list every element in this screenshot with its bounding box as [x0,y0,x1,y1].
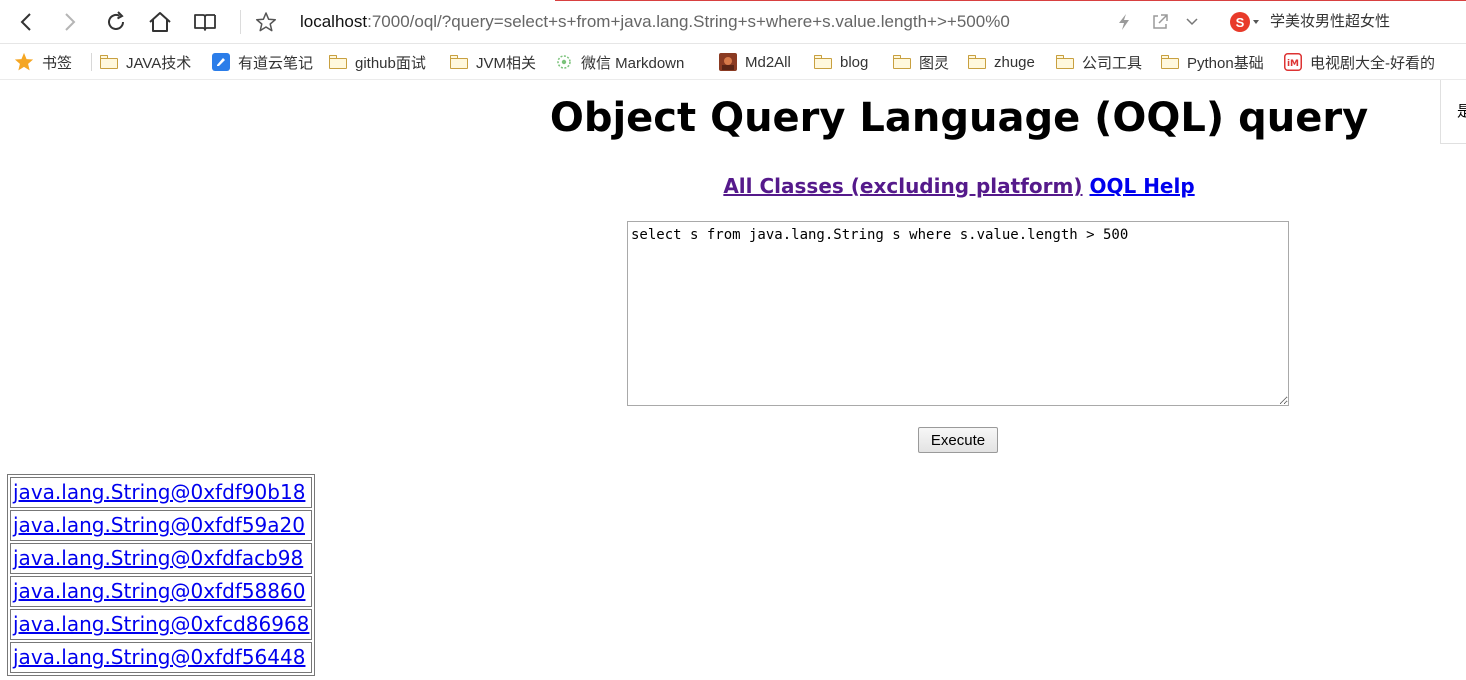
folder-icon [893,55,911,69]
table-cell: java.lang.String@0xfdf58860 [10,576,313,607]
bookmark-label: github面试 [355,54,426,72]
bookmark-github-interview[interactable]: github面试 [329,50,426,74]
browser-toolbar: localhost:7000/oql/?query=select+s+from+… [0,0,1466,44]
folder-icon [1161,55,1179,69]
bookmark-label: zhuge [994,53,1035,71]
table-row: java.lang.String@0xfdf90b18 [10,477,313,508]
star-icon [255,12,277,32]
bookmark-label: 有道云笔记 [238,54,314,72]
all-classes-link[interactable]: All Classes (excluding platform) [723,174,1082,198]
result-link[interactable]: java.lang.String@0xfdf58860 [13,579,305,603]
oql-help-link[interactable]: OQL Help [1089,174,1194,198]
tv-icon: iM [1284,53,1302,71]
bookmark-label: JAVA技术 [126,54,192,72]
bookmark-tv-series[interactable]: iM 电视剧大全-好看的 [1284,50,1444,74]
youdao-note-icon [212,53,230,71]
folder-icon [1056,55,1074,69]
lightning-button[interactable] [1112,8,1136,36]
bookmark-label: 微信 Markdown [581,54,685,72]
bookmark-company-tools[interactable]: 公司工具 [1056,50,1142,74]
result-link[interactable]: java.lang.String@0xfdf59a20 [13,513,305,537]
home-button[interactable] [146,8,174,36]
reload-button[interactable] [102,8,130,36]
address-bar[interactable]: localhost:7000/oql/?query=select+s+from+… [300,8,1095,36]
lightning-icon [1119,14,1129,30]
bookmark-label: 公司工具 [1082,54,1143,72]
bookmark-jvm[interactable]: JVM相关 [450,50,536,74]
result-link[interactable]: java.lang.String@0xfdf90b18 [13,480,305,504]
sogou-icon: S [1230,12,1250,32]
share-button[interactable] [1148,8,1172,36]
bookmark-label: 图灵 [919,54,950,72]
table-row: java.lang.String@0xfdf59a20 [10,510,313,541]
bookmarks-separator [91,53,92,71]
table-row: java.lang.String@0xfcd86968 [10,609,313,640]
forward-button[interactable] [56,8,84,36]
bookmark-wechat-markdown[interactable]: 微信 Markdown [555,50,705,74]
table-row: java.lang.String@0xfdf58860 [10,576,313,607]
forward-icon [65,13,76,31]
results-table: java.lang.String@0xfdf90b18 java.lang.St… [7,474,316,676]
bookmark-md2all[interactable]: Md2All [719,50,791,74]
folder-icon [450,55,468,69]
url-path: :7000/oql/?query=select+s+from+java.lang… [367,12,1010,31]
table-cell: java.lang.String@0xfdf56448 [10,642,313,673]
bookmark-youdao-note[interactable]: 有道云笔记 [212,50,313,74]
bookmark-label: 电视剧大全-好看的 [1310,54,1435,72]
bookmark-star-button[interactable] [252,8,280,36]
md2all-avatar-icon [719,53,737,71]
url-host: localhost [300,12,368,31]
table-cell: java.lang.String@0xfcd86968 [10,609,313,640]
gear-icon [555,53,573,71]
execute-button[interactable]: Execute [918,427,998,453]
search-engine-selector[interactable]: S [1230,10,1259,34]
reload-icon [108,11,124,30]
bookmark-turing[interactable]: 图灵 [893,50,949,74]
query-textarea[interactable]: select s from java.lang.String s where s… [627,221,1289,406]
table-cell: java.lang.String@0xfdf90b18 [10,477,313,508]
home-icon [149,12,171,32]
table-cell: java.lang.String@0xfdfacb98 [10,543,313,574]
folder-icon [329,55,347,69]
bookmark-blog[interactable]: blog [814,50,868,74]
result-link[interactable]: java.lang.String@0xfdfacb98 [13,546,303,570]
result-link[interactable]: java.lang.String@0xfcd86968 [13,612,309,636]
reader-icon [194,14,216,31]
folder-icon [100,55,118,69]
bookmark-label: 书签 [42,54,73,72]
bookmark-bookmarks[interactable]: 书签 [14,50,72,74]
bookmark-label: blog [840,53,869,71]
back-button[interactable] [12,8,40,36]
svg-text:iM: iM [1287,59,1299,69]
caret-down-icon [1253,20,1259,24]
chevron-down-icon [1186,18,1198,26]
folder-icon [968,55,986,69]
reader-button[interactable] [191,8,219,36]
table-row: java.lang.String@0xfdfacb98 [10,543,313,574]
bookmark-python-basics[interactable]: Python基础 [1161,50,1264,74]
url-dropdown-button[interactable] [1180,8,1204,36]
bookmark-label: JVM相关 [476,54,537,72]
star-filled-icon [14,52,34,72]
table-cell: java.lang.String@0xfdf59a20 [10,510,313,541]
result-link[interactable]: java.lang.String@0xfdf56448 [13,645,305,669]
bookmark-java-tech[interactable]: JAVA技术 [100,50,191,74]
bookmark-label: Md2All [745,53,791,71]
tab-strip-edge [0,0,1466,2]
bookmarks-bar: 书签 JAVA技术 有道云笔记 github面试 JVM相关 微信 Markdo… [0,44,1466,80]
folder-icon [814,55,832,69]
search-box[interactable]: 学美妆男性超女性 [1270,8,1390,36]
page-title: Object Query Language (OQL) query [549,95,1369,141]
toolbar-separator [240,10,241,34]
share-icon [1153,14,1168,29]
table-row: java.lang.String@0xfdf56448 [10,642,313,673]
back-icon [20,13,31,31]
bookmark-zhuge[interactable]: zhuge [968,50,1035,74]
header-links: All Classes (excluding platform) OQL Hel… [459,172,1459,200]
bookmark-label: Python基础 [1187,54,1264,72]
